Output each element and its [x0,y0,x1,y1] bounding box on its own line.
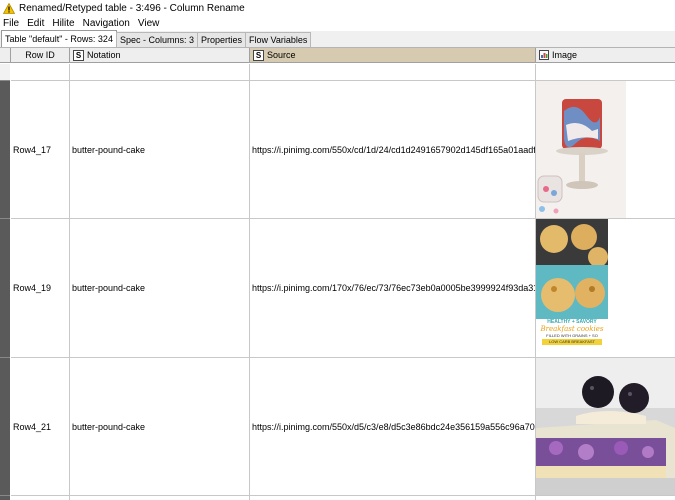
menu-bar: File Edit Hilite Navigation View [0,16,675,31]
blackberry-cake-image [536,358,675,495]
cookies-caption-2: Breakfast cookies [540,325,604,333]
tab-table-default[interactable]: Table "default" - Rows: 324 [1,30,117,47]
table-row-source[interactable]: https://i.pinimg.com/170x/76/ec/73/76ec7… [250,219,536,358]
table-cell [70,496,250,500]
tab-properties[interactable]: Properties [196,32,247,47]
table-row-source[interactable]: https://i.pinimg.com/550x/cd/1d/24/cd1d2… [250,81,536,219]
row-marker [0,496,10,500]
table-row-image[interactable]: HEALTHY + SAVORY Breakfast cookies FILLE… [536,219,675,358]
image-type-icon [539,50,549,60]
warning-icon [3,2,15,14]
header-rowid-label: Row ID [25,50,55,60]
header-source-label: Source [267,50,296,60]
header-corner [0,48,11,63]
menu-hilite[interactable]: Hilite [48,18,78,29]
table-row-notation[interactable]: butter-pound-cake [70,358,250,496]
title-bar: Renamed/Retyped table - 3:496 - Column R… [0,0,675,16]
tab-spec[interactable]: Spec - Columns: 3 [115,32,198,47]
table-row-rowid[interactable]: Row4_19 [11,219,70,358]
header-notation[interactable]: S Notation [70,48,250,63]
table-row-image[interactable] [536,358,675,496]
row-marker [0,64,10,81]
table-row-source[interactable]: https://i.pinimg.com/550x/d5/c3/e8/d5c3e… [250,358,536,496]
header-image-label: Image [552,50,578,60]
string-type-icon: S [73,49,84,61]
table-cell [11,64,70,81]
header-source[interactable]: S Source [250,48,536,63]
row-marker [0,219,10,358]
table-row-notation[interactable]: butter-pound-cake [70,81,250,219]
tab-bar: Table "default" - Rows: 324 Spec - Colum… [0,30,675,48]
window-title: Renamed/Retyped table - 3:496 - Column R… [19,2,245,14]
tab-flow-variables[interactable]: Flow Variables [245,32,312,47]
menu-edit[interactable]: Edit [23,18,48,29]
header-rowid[interactable]: Row ID [11,48,70,63]
menu-navigation[interactable]: Navigation [79,18,134,29]
cookies-photo [536,219,608,319]
table-cell [536,64,675,81]
menu-file[interactable]: File [0,18,23,29]
table-cell [250,496,536,500]
cookies-caption-4: LOW CARB BREAKFAST [542,339,602,345]
data-table: Row ID S Notation S Source Image Row4_17… [0,48,675,500]
table-cell [11,496,70,500]
table-cell [70,64,250,81]
table-row-image[interactable] [536,81,675,219]
row-marker [0,358,10,496]
string-type-icon: S [253,49,264,61]
header-image[interactable]: Image [536,48,675,63]
table-row-rowid[interactable]: Row4_17 [11,81,70,219]
cookies-image: HEALTHY + SAVORY Breakfast cookies FILLE… [536,219,608,357]
table-row-notation[interactable]: butter-pound-cake [70,219,250,358]
menu-view[interactable]: View [134,18,164,29]
cake-image [536,81,626,218]
table-cell [250,64,536,81]
header-notation-label: Notation [87,50,121,60]
table-cell [536,496,675,500]
row-marker [0,81,10,219]
table-row-rowid[interactable]: Row4_21 [11,358,70,496]
